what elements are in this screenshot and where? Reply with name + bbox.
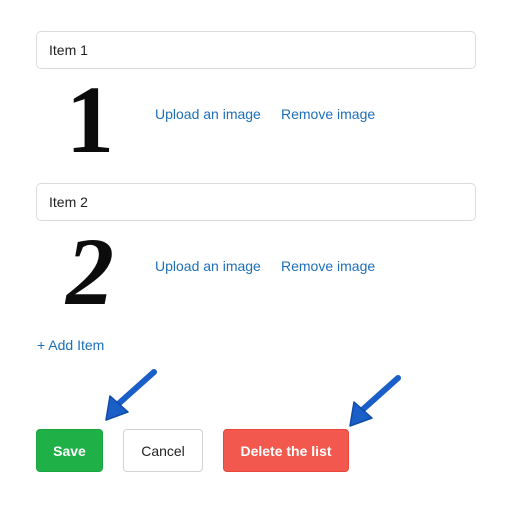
digit-two-glyph: 2 [64, 226, 114, 310]
item-2-remove-link[interactable]: Remove image [281, 258, 375, 274]
delete-list-button[interactable]: Delete the list [223, 429, 349, 472]
pointer-arrow-icon [105, 369, 157, 421]
item-1-input[interactable] [36, 31, 476, 69]
save-button[interactable]: Save [36, 429, 103, 472]
item-1-image: 1 [50, 66, 130, 173]
item-2-image: 2 [50, 218, 130, 325]
pointer-arrow-icon [349, 375, 401, 427]
add-item-link[interactable]: + Add Item [37, 337, 104, 353]
item-1-upload-link[interactable]: Upload an image [155, 106, 261, 122]
item-1-remove-link[interactable]: Remove image [281, 106, 375, 122]
item-2-input[interactable] [36, 183, 476, 221]
list-editor: 1 Upload an image Remove image 2 Upload … [0, 0, 524, 519]
cancel-button[interactable]: Cancel [123, 429, 203, 472]
digit-one-glyph: 1 [66, 74, 114, 158]
item-2-upload-link[interactable]: Upload an image [155, 258, 261, 274]
